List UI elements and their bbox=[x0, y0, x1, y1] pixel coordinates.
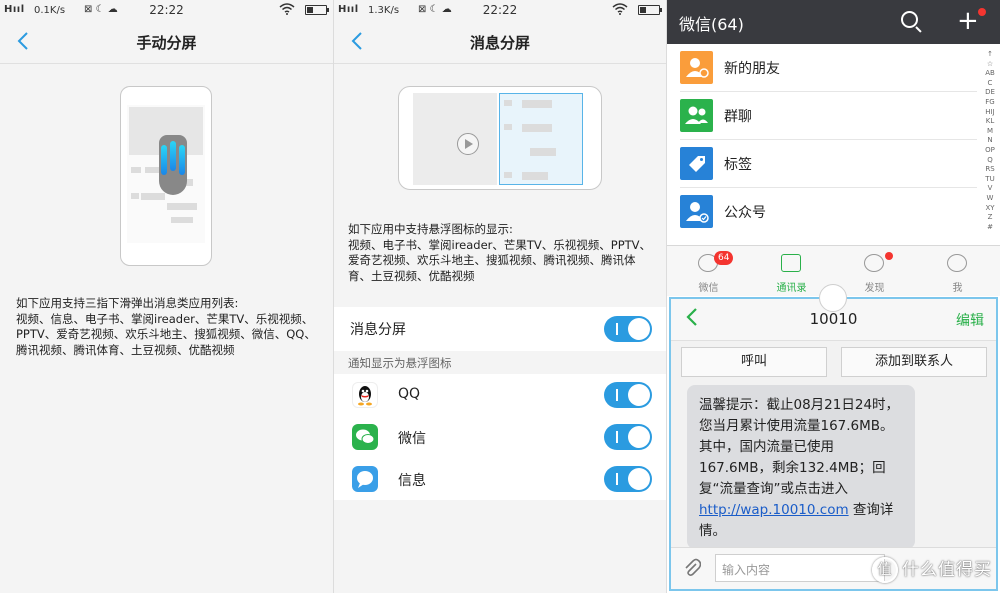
message-split-screen-panel: Hııl 1.3K/s ⊠ ☾ ☁ 22:22 消息分屏 如下应用中支持悬浮图标… bbox=[334, 0, 666, 593]
message-text: 温馨提示：截止08月21日24时，您当月累计使用流量167.6MB。其中，国内流… bbox=[699, 397, 900, 497]
edit-button[interactable]: 编辑 bbox=[956, 310, 984, 330]
hand-gesture-icon bbox=[159, 135, 187, 195]
status-bar: Hııl 1.3K/s ⊠ ☾ ☁ 22:22 bbox=[334, 0, 666, 20]
add-contact-button[interactable]: 添加到联系人 bbox=[841, 347, 987, 377]
app-row-message[interactable]: 信息 bbox=[334, 458, 666, 500]
contact-label: 公众号 bbox=[724, 205, 766, 221]
add-icon[interactable]: + bbox=[957, 8, 979, 34]
official-account-icon bbox=[680, 195, 713, 228]
contact-item-group-chat[interactable]: 群聊 bbox=[667, 92, 977, 140]
unread-badge: 64 bbox=[714, 251, 734, 265]
message-input[interactable]: 输入内容 bbox=[715, 554, 885, 582]
app-name: 微信 bbox=[398, 431, 426, 447]
wechat-split-screen-panel: 微信(64) + 新的朋友 群聊 标签 公众号 ↑☆ABCDEFGHIJKLMN… bbox=[667, 0, 1000, 593]
notification-dot bbox=[978, 8, 986, 16]
status-bar: Hııl 0.1K/s ⊠ ☾ ☁ 22:22 bbox=[0, 0, 333, 20]
message-split-label: 消息分屏 bbox=[350, 322, 406, 338]
manual-split-screen-panel: Hııl 0.1K/s ⊠ ☾ ☁ 22:22 手动分屏 如下应用支持三指下滑弹… bbox=[0, 0, 333, 593]
alphabet-letters: ↑☆ABCDEFGHIJKLMNOPQRSTUVWXYZ# bbox=[985, 50, 995, 231]
page-title: 消息分屏 bbox=[469, 34, 530, 52]
tab-me[interactable]: 我 bbox=[916, 246, 999, 297]
description-body: 视频、电子书、掌阅ireader、芒果TV、乐视视频、PPTV、爱奇艺视频、欢乐… bbox=[348, 237, 652, 283]
alphabet-index[interactable]: ↑☆ABCDEFGHIJKLMNOPQRSTUVWXYZ# bbox=[985, 50, 995, 232]
floating-ball[interactable] bbox=[819, 284, 847, 312]
message-icon bbox=[352, 466, 378, 492]
page-title: 手动分屏 bbox=[136, 34, 197, 52]
new-friend-icon bbox=[680, 51, 713, 84]
compass-icon bbox=[864, 254, 884, 272]
wifi-icon bbox=[612, 3, 628, 18]
message-split-toggle-row[interactable]: 消息分屏 bbox=[334, 307, 666, 351]
description-body: 视频、信息、电子书、掌阅ireader、芒果TV、乐视视频、PPTV、爱奇艺视频… bbox=[16, 311, 316, 357]
watermark: 值什么值得买 bbox=[872, 555, 992, 583]
wifi-icon bbox=[279, 3, 295, 18]
description-heading: 如下应用支持三指下滑弹出消息类应用列表: bbox=[16, 296, 239, 310]
play-icon bbox=[457, 133, 479, 155]
tab-label: 微信 bbox=[698, 283, 719, 294]
message-bubble: 温馨提示：截止08月21日24时，您当月累计使用流量167.6MB。其中，国内流… bbox=[687, 385, 915, 549]
group-chat-icon bbox=[680, 99, 713, 132]
phone-illustration bbox=[120, 86, 212, 266]
tab-discover[interactable]: 发现 bbox=[833, 246, 916, 297]
contact-item-new-friends[interactable]: 新的朋友 bbox=[667, 44, 977, 92]
app-row-qq[interactable]: QQ bbox=[334, 374, 666, 416]
qq-icon bbox=[352, 382, 378, 408]
wechat-toggle[interactable] bbox=[604, 424, 652, 450]
battery-icon bbox=[638, 5, 662, 15]
sender-number: 10010 bbox=[809, 310, 858, 328]
battery-icon bbox=[305, 5, 329, 15]
person-icon bbox=[947, 254, 967, 272]
page-header: 消息分屏 bbox=[334, 20, 666, 64]
qq-toggle[interactable] bbox=[604, 382, 652, 408]
app-name: QQ bbox=[398, 386, 421, 402]
app-list: QQ 微信 信息 bbox=[334, 374, 666, 500]
new-dot bbox=[885, 252, 893, 260]
page-header: 手动分屏 bbox=[0, 20, 333, 64]
contact-label: 标签 bbox=[724, 157, 752, 173]
contact-label: 群聊 bbox=[724, 109, 752, 125]
supported-apps-description: 如下应用支持三指下滑弹出消息类应用列表: 视频、信息、电子书、掌阅ireader… bbox=[16, 296, 322, 358]
description-heading: 如下应用中支持悬浮图标的显示: bbox=[348, 222, 513, 236]
watermark-logo: 值 bbox=[872, 557, 898, 583]
message-toggle[interactable] bbox=[604, 466, 652, 492]
call-button[interactable]: 呼叫 bbox=[681, 347, 827, 377]
search-icon[interactable] bbox=[901, 11, 918, 28]
floating-icon-apps-description: 如下应用中支持悬浮图标的显示: 视频、电子书、掌阅ireader、芒果TV、乐视… bbox=[348, 222, 654, 284]
sms-conversation-window: 10010 编辑 呼叫 添加到联系人 温馨提示：截止08月21日24时，您当月累… bbox=[669, 297, 998, 591]
message-split-toggle[interactable] bbox=[604, 316, 652, 342]
contacts-icon bbox=[781, 254, 801, 272]
landscape-phone-illustration bbox=[398, 86, 602, 190]
tag-icon bbox=[680, 147, 713, 180]
contact-label: 新的朋友 bbox=[724, 61, 780, 77]
attachment-icon[interactable] bbox=[683, 558, 702, 583]
app-name: 信息 bbox=[398, 473, 426, 489]
tab-label: 我 bbox=[952, 283, 963, 294]
watermark-text: 什么值得买 bbox=[902, 560, 992, 580]
app-row-wechat[interactable]: 微信 bbox=[334, 416, 666, 458]
contact-item-tags[interactable]: 标签 bbox=[667, 140, 977, 188]
message-link[interactable]: http://wap.10010.com bbox=[699, 502, 849, 518]
wechat-header: 微信(64) + bbox=[667, 0, 1000, 44]
section-label: 通知显示为悬浮图标 bbox=[348, 356, 452, 370]
wechat-icon bbox=[352, 424, 378, 450]
wechat-title: 微信(64) bbox=[679, 15, 744, 34]
tab-chats[interactable]: 64 微信 bbox=[667, 246, 750, 297]
contact-item-official-accounts[interactable]: 公众号 bbox=[667, 188, 977, 236]
